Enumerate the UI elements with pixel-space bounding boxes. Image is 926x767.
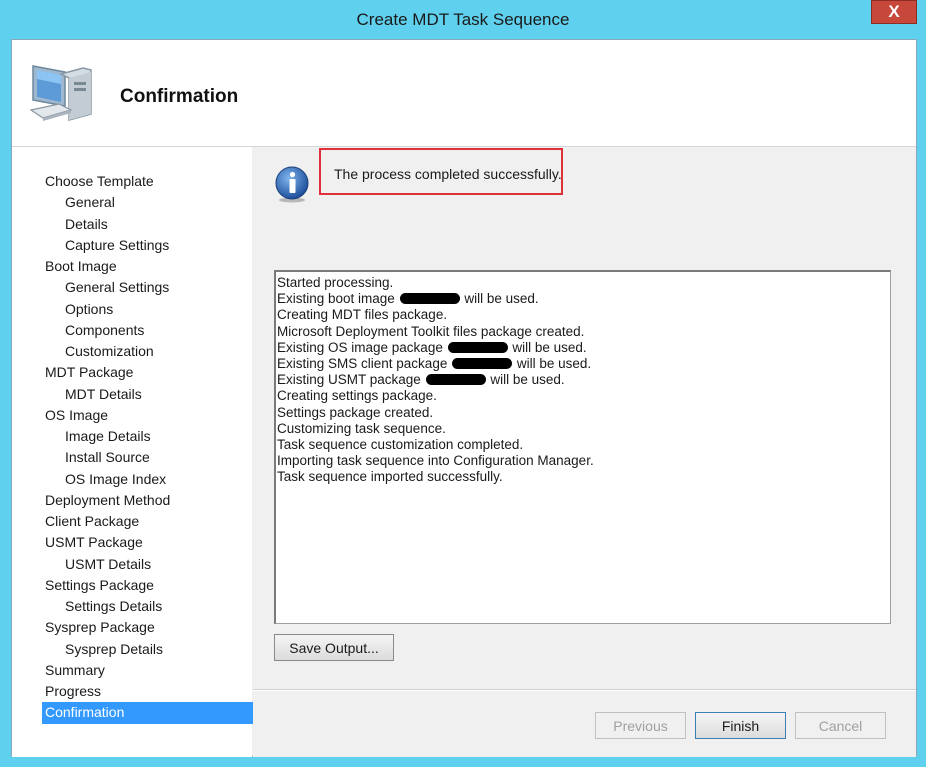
log-text: Customizing task sequence. [277,420,446,436]
log-text: Task sequence customization completed. [277,437,524,453]
log-line: Customizing task sequence. [277,421,889,437]
nav-item-progress[interactable]: Progress [42,681,254,702]
log-text: Creating settings package. [277,388,437,404]
log-text: Existing USMT package [277,372,425,388]
nav-item-mdt-package[interactable]: MDT Package [42,362,254,383]
wizard-window: Create MDT Task Sequence X Confirmation … [0,0,926,767]
log-text: will be used. [486,372,565,388]
log-line: Task sequence imported successfully. [277,469,889,485]
log-text: will be used. [460,291,539,307]
log-text: Importing task sequence into Configurati… [277,453,594,469]
log-line: Existing USMT package will be used. [277,372,889,388]
nav-item-usmt-details[interactable]: USMT Details [42,554,254,575]
nav-item-general-settings[interactable]: General Settings [42,277,254,298]
redaction-mark [399,293,460,305]
log-text: Settings package created. [277,404,434,420]
wizard-header: Confirmation [12,40,916,147]
previous-button[interactable]: Previous [595,712,686,739]
nav-item-mdt-details[interactable]: MDT Details [42,384,254,405]
nav-item-os-image[interactable]: OS Image [42,405,254,426]
nav-item-customization[interactable]: Customization [42,341,254,362]
nav-item-settings-details[interactable]: Settings Details [42,596,254,617]
log-line: Task sequence customization completed. [277,437,889,453]
log-text: Creating MDT files package. [277,307,448,323]
status-message: The process completed successfully. [334,166,562,182]
log-line: Settings package created. [277,405,889,421]
window-title: Create MDT Task Sequence [356,10,570,29]
log-line: Importing task sequence into Configurati… [277,453,889,469]
nav-item-client-package[interactable]: Client Package [42,511,254,532]
nav-item-confirmation[interactable]: Confirmation [42,702,254,724]
log-line: Creating settings package. [277,388,889,404]
log-text: Existing boot image [277,291,399,307]
nav-item-choose-template[interactable]: Choose Template [42,171,254,192]
nav-item-deployment-method[interactable]: Deployment Method [42,490,254,511]
nav-item-usmt-package[interactable]: USMT Package [42,532,254,553]
info-icon [275,166,309,203]
close-button[interactable]: X [871,0,917,24]
nav-item-options[interactable]: Options [42,299,254,320]
log-text: will be used. [508,339,587,355]
title-bar: Create MDT Task Sequence X [0,0,926,39]
log-text: Task sequence imported successfully. [277,469,503,485]
wizard-nav-list: Choose Template General Details Capture Set… [42,171,254,724]
log-line: Existing boot image will be used. [277,291,889,307]
save-output-button[interactable]: Save Output... [274,634,394,661]
log-text: Started processing. [277,275,394,290]
nav-item-image-details[interactable]: Image Details [42,426,254,447]
nav-item-sysprep-details[interactable]: Sysprep Details [42,639,254,660]
output-log[interactable]: Started processing. Existing boot image w… [274,270,891,624]
redaction-mark [425,374,486,386]
nav-item-components[interactable]: Components [42,320,254,341]
cancel-button[interactable]: Cancel [795,712,886,739]
computer-icon [29,65,92,121]
finish-button[interactable]: Finish [695,712,786,739]
redaction-mark [452,358,513,370]
nav-item-settings-package[interactable]: Settings Package [42,575,254,596]
nav-item-general[interactable]: General [42,192,254,213]
nav-item-os-image-index[interactable]: OS Image Index [42,469,254,490]
nav-item-boot-image[interactable]: Boot Image [42,256,254,277]
wizard-content: The process completed successfully. Star… [253,147,916,757]
nav-item-capture-settings[interactable]: Capture Settings [42,235,254,256]
nav-item-sysprep-package[interactable]: Sysprep Package [42,617,254,638]
log-text: will be used. [513,356,592,372]
page-title: Confirmation [120,86,239,107]
log-line: Existing OS image package will be used. [277,340,889,356]
redaction-mark [447,341,508,353]
log-text: Microsoft Deployment Toolkit files packa… [277,323,585,339]
wizard-nav-sidebar: Choose Template General Details Capture Set… [12,147,254,757]
log-line: Microsoft Deployment Toolkit files packa… [277,324,889,340]
wizard-client-area: Confirmation Choose Template General Detai… [11,39,917,757]
nav-item-details[interactable]: Details [42,214,254,235]
log-line: Existing SMS client package will be used… [277,356,889,372]
log-text: Existing OS image package [277,339,447,355]
log-line: Started processing. [277,275,889,291]
nav-item-install-source[interactable]: Install Source [42,447,254,468]
nav-item-summary[interactable]: Summary [42,660,254,681]
button-separator [253,689,916,691]
log-text: Existing SMS client package [277,356,452,372]
log-line: Creating MDT files package. [277,307,889,323]
